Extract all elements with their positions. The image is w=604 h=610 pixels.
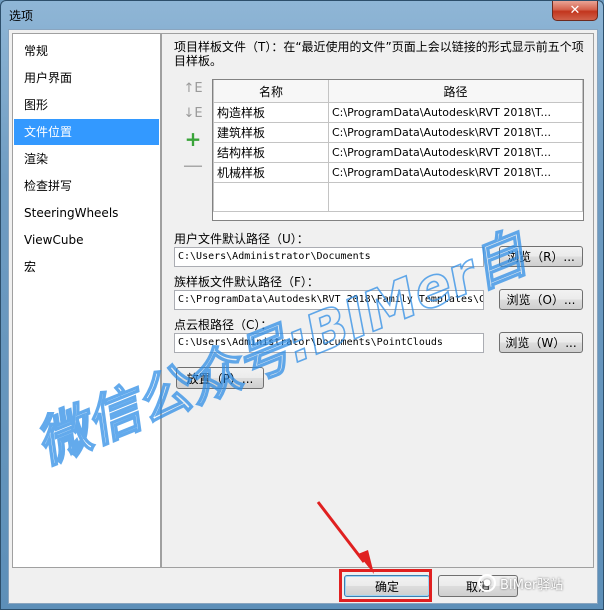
template-name-cell[interactable]: 建筑样板 [213,122,329,143]
sidebar-item-graphics[interactable]: 图形 [14,92,159,118]
move-up-icon[interactable]: ↑E [183,79,202,97]
template-table: 名称 路径 构造样板 C:\ProgramData\Autodesk\RVT 2… [212,79,584,221]
add-icon[interactable]: + [184,127,202,151]
template-path-cell[interactable]: C:\ProgramData\Autodesk\RVT 2018\T... [328,122,583,143]
sidebar-item-spelling[interactable]: 检查拼写 [14,173,159,199]
sidebar-item-user-interface[interactable]: 用户界面 [14,65,159,91]
table-header-row: 名称 路径 [213,80,583,103]
dialog-client-area: 常规 用户界面 图形 文件位置 渲染 检查拼写 SteeringWheels V… [8,29,598,604]
watermark-badge-text: BIMer驿站 [500,577,564,593]
watermark-badge: ● BIMer驿站 [478,570,563,596]
title-bar[interactable]: 选项 ✕ [1,1,603,29]
template-name-cell[interactable]: 构造样板 [213,102,329,123]
close-button[interactable]: ✕ [552,1,598,21]
places-button[interactable]: 放置（P）... [176,367,264,389]
file-locations-panel: 项目样板文件（T）：在“最近使用的文件”页面上会以链接的形式显示前五个项目样板。… [161,33,594,568]
empty-cell [328,182,583,212]
empty-cell [213,182,329,212]
family-path-label: 族样板文件默认路径（F）： [174,275,319,289]
window-title: 选项 [9,9,34,23]
cloud-path-field[interactable]: C:\Users\Administrator\Documents\PointCl… [174,333,484,353]
sidebar-item-steeringwheels[interactable]: SteeringWheels [14,200,159,226]
chat-icon: ● [478,574,496,592]
user-path-field[interactable]: C:\Users\Administrator\Documents [174,247,484,267]
user-path-label: 用户文件默认路径（U）： [174,232,309,246]
template-path-cell[interactable]: C:\ProgramData\Autodesk\RVT 2018\T... [328,162,583,183]
browse-family-path-button[interactable]: 浏览（O）... [499,289,583,310]
family-path-field[interactable]: C:\ProgramData\Autodesk\RVT 2018\Family … [174,290,484,310]
cloud-path-label: 点云根路径（C）： [174,318,273,332]
template-path-cell[interactable]: C:\ProgramData\Autodesk\RVT 2018\T... [328,142,583,163]
sidebar-item-macros[interactable]: 宏 [14,254,159,280]
table-row[interactable]: 建筑样板 C:\ProgramData\Autodesk\RVT 2018\T.… [213,122,583,143]
table-row[interactable]: 构造样板 C:\ProgramData\Autodesk\RVT 2018\T.… [213,102,583,123]
template-name-cell[interactable]: 机械样板 [213,162,329,183]
template-path-cell[interactable]: C:\ProgramData\Autodesk\RVT 2018\T... [328,102,583,123]
template-name-cell[interactable]: 结构样板 [213,142,329,163]
remove-icon[interactable]: — [183,153,203,177]
browse-cloud-path-button[interactable]: 浏览（W）... [499,332,583,353]
column-header-path[interactable]: 路径 [328,80,583,103]
sidebar: 常规 用户界面 图形 文件位置 渲染 检查拼写 SteeringWheels V… [12,33,161,568]
column-header-name[interactable]: 名称 [213,80,329,103]
sidebar-item-rendering[interactable]: 渲染 [14,146,159,172]
options-dialog: 选项 ✕ 常规 用户界面 图形 文件位置 渲染 检查拼写 SteeringWhe… [0,0,604,610]
table-row[interactable]: 结构样板 C:\ProgramData\Autodesk\RVT 2018\T.… [213,142,583,163]
move-down-icon[interactable]: ↓E [183,104,202,122]
ok-highlight-box [339,569,432,602]
sidebar-item-file-locations[interactable]: 文件位置 [14,119,159,145]
table-row[interactable]: 机械样板 C:\ProgramData\Autodesk\RVT 2018\T.… [213,162,583,183]
template-description: 项目样板文件（T）：在“最近使用的文件”页面上会以链接的形式显示前五个项目样板。 [174,40,584,68]
close-icon: ✕ [569,3,581,18]
browse-user-path-button[interactable]: 浏览（R）... [499,246,583,267]
sidebar-item-viewcube[interactable]: ViewCube [14,227,159,253]
table-row-empty[interactable] [213,182,583,212]
sidebar-item-general[interactable]: 常规 [14,38,159,64]
